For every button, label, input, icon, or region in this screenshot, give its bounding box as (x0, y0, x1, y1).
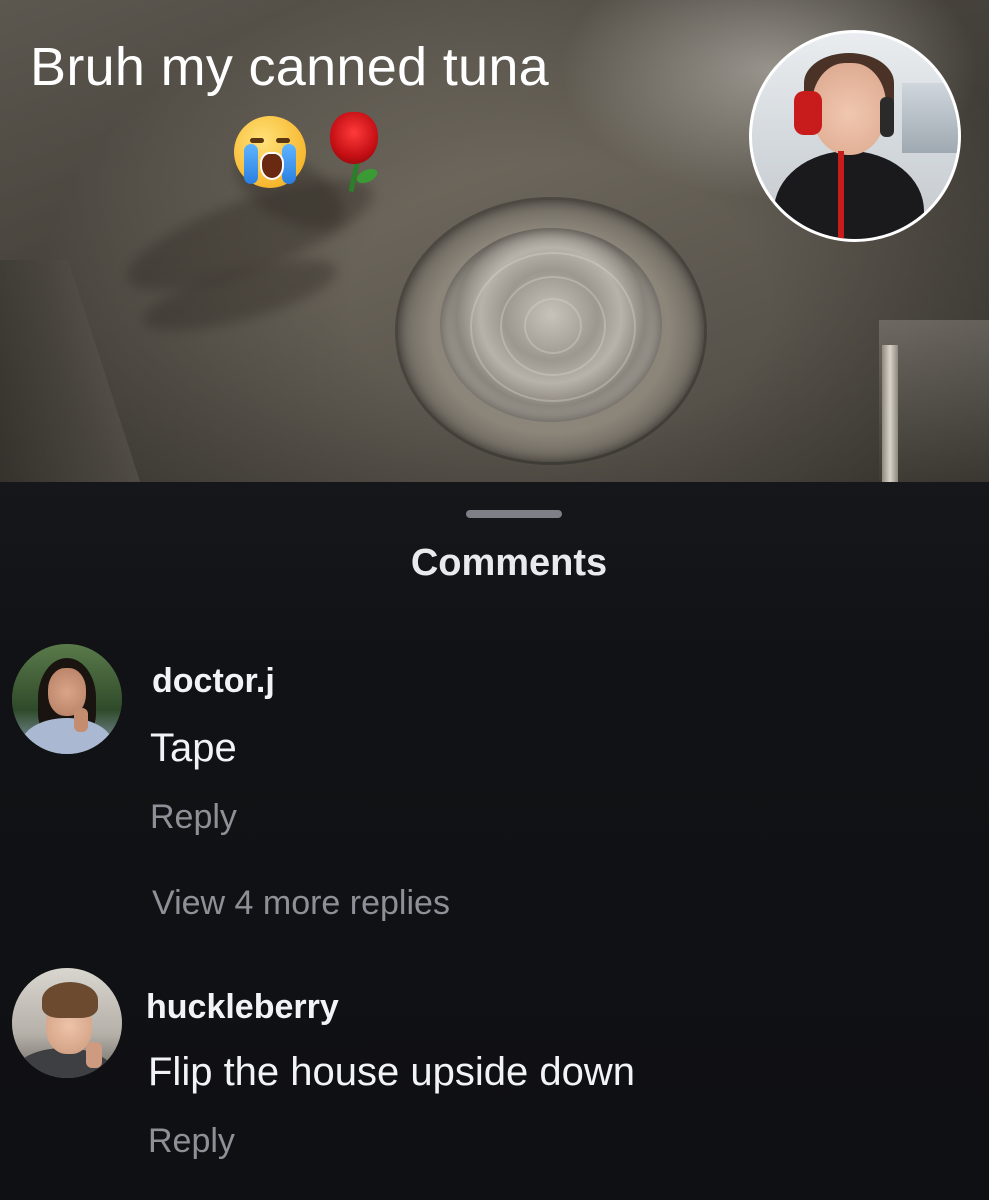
loudly-crying-face-emoji (234, 116, 306, 188)
comment-text: Flip the house upside down (148, 1050, 635, 1094)
view-more-replies-button[interactable]: View 4 more replies (152, 884, 450, 923)
reaction-avatar (749, 30, 961, 242)
comment-username[interactable]: doctor.j (152, 662, 275, 701)
reply-button[interactable]: Reply (150, 798, 237, 837)
comment-text: Tape (150, 726, 237, 770)
post-photo: Bruh my canned tuna (0, 0, 989, 482)
lid-ring (524, 298, 582, 354)
reply-button[interactable]: Reply (148, 1122, 235, 1161)
avatar[interactable] (12, 644, 122, 754)
avatar[interactable] (12, 968, 122, 1078)
caption-emojis (234, 112, 394, 193)
sink-post (882, 345, 898, 482)
sheet-drag-handle[interactable] (466, 510, 562, 518)
comments-sheet: Comments doctor.j Tape Reply View 4 more… (0, 482, 989, 1200)
rose-emoji (320, 112, 390, 193)
comment-username[interactable]: huckleberry (146, 988, 339, 1027)
sink-edge-left (0, 260, 172, 482)
sheet-title: Comments (410, 542, 608, 584)
post-caption: Bruh my canned tuna (30, 37, 550, 97)
